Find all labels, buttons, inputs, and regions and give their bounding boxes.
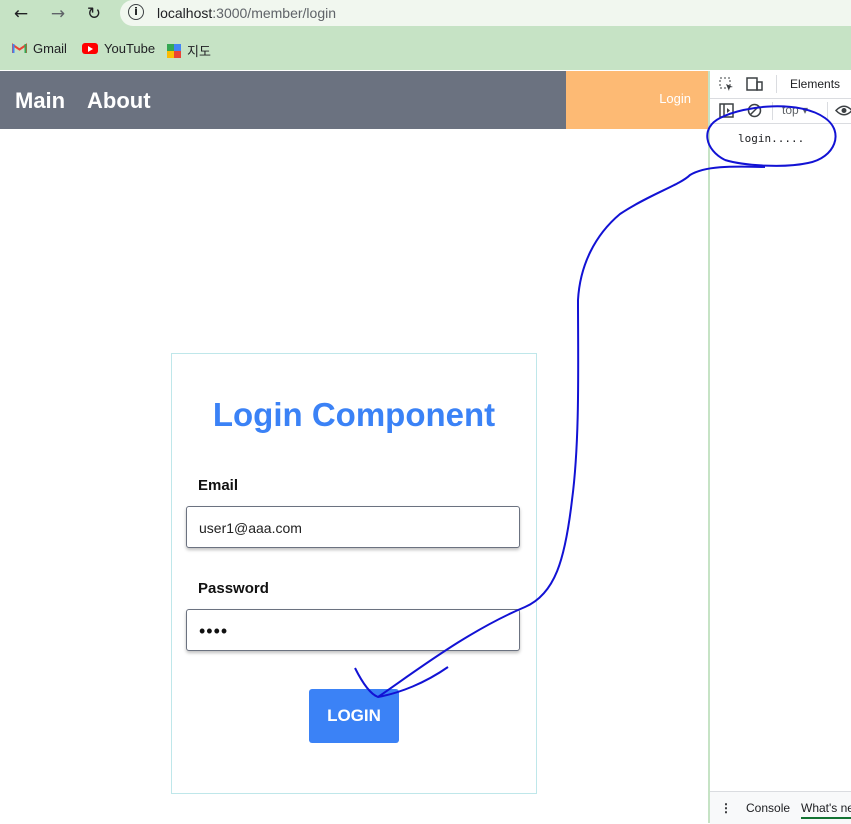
clear-console-icon[interactable] [747, 103, 762, 118]
youtube-icon [82, 43, 98, 54]
login-button[interactable]: LOGIN [309, 689, 399, 743]
gmail-icon [12, 43, 27, 53]
reload-icon[interactable]: ↻ [83, 3, 105, 25]
nav-link-about[interactable]: About [87, 88, 151, 114]
bookmark-label: 지도 [187, 44, 211, 59]
inspect-element-icon[interactable] [719, 77, 734, 92]
navbar-login-area: Login [566, 71, 708, 129]
maps-icon [167, 43, 181, 58]
toolbar-divider [772, 102, 773, 120]
console-toolbar: top ▾ [710, 98, 851, 124]
browser-toolbar: ← → ↻ i localhost:3000/member/login [0, 0, 851, 30]
login-card: Login Component Email user1@aaa.com Pass… [171, 353, 537, 794]
console-log-line: login..... [738, 132, 805, 145]
site-info-icon[interactable]: i [128, 4, 144, 20]
email-value: user1@aaa.com [199, 520, 302, 536]
email-field[interactable]: user1@aaa.com [186, 506, 520, 548]
password-field[interactable]: •••• [186, 609, 520, 651]
devtools-panel: Elements top ▾ login..... ⋮ Console What… [708, 71, 851, 824]
forward-arrow-icon[interactable]: → [47, 3, 69, 25]
device-toolbar-icon[interactable] [746, 77, 763, 92]
login-title: Login Component [212, 396, 496, 433]
password-value: •••• [199, 621, 229, 641]
drawer-tabbar: ⋮ Console What's new [710, 791, 851, 824]
nav-link-main[interactable]: Main [15, 88, 65, 114]
password-label: Password [198, 580, 269, 597]
drawer-tab-whats-new[interactable]: What's new [801, 801, 851, 819]
context-selector[interactable]: top ▾ [782, 103, 808, 117]
sidebar-toggle-icon[interactable] [719, 103, 734, 118]
bookmarks-bar: Gmail YouTube 지도 [0, 30, 851, 70]
address-bar[interactable]: i localhost:3000/member/login [120, 0, 851, 26]
live-expression-eye-icon[interactable] [835, 104, 851, 117]
devtools-tabbar: Elements [710, 71, 851, 99]
bookmark-gmail[interactable]: Gmail [12, 41, 67, 56]
url-text: localhost:3000/member/login [157, 5, 337, 21]
bookmark-label: YouTube [104, 41, 156, 56]
toolbar-divider [776, 75, 777, 93]
email-label: Email [198, 477, 239, 494]
bookmark-maps[interactable]: 지도 [167, 41, 211, 60]
tab-elements[interactable]: Elements [790, 77, 840, 91]
nav-link-login[interactable]: Login [659, 91, 691, 106]
bookmark-label: Gmail [33, 41, 67, 56]
drawer-tab-console[interactable]: Console [746, 801, 790, 815]
app-navbar: Main About [0, 71, 566, 129]
bookmark-youtube[interactable]: YouTube [82, 41, 155, 56]
drawer-menu-icon[interactable]: ⋮ [720, 801, 732, 815]
back-arrow-icon[interactable]: ← [10, 3, 32, 25]
toolbar-divider [827, 102, 828, 120]
